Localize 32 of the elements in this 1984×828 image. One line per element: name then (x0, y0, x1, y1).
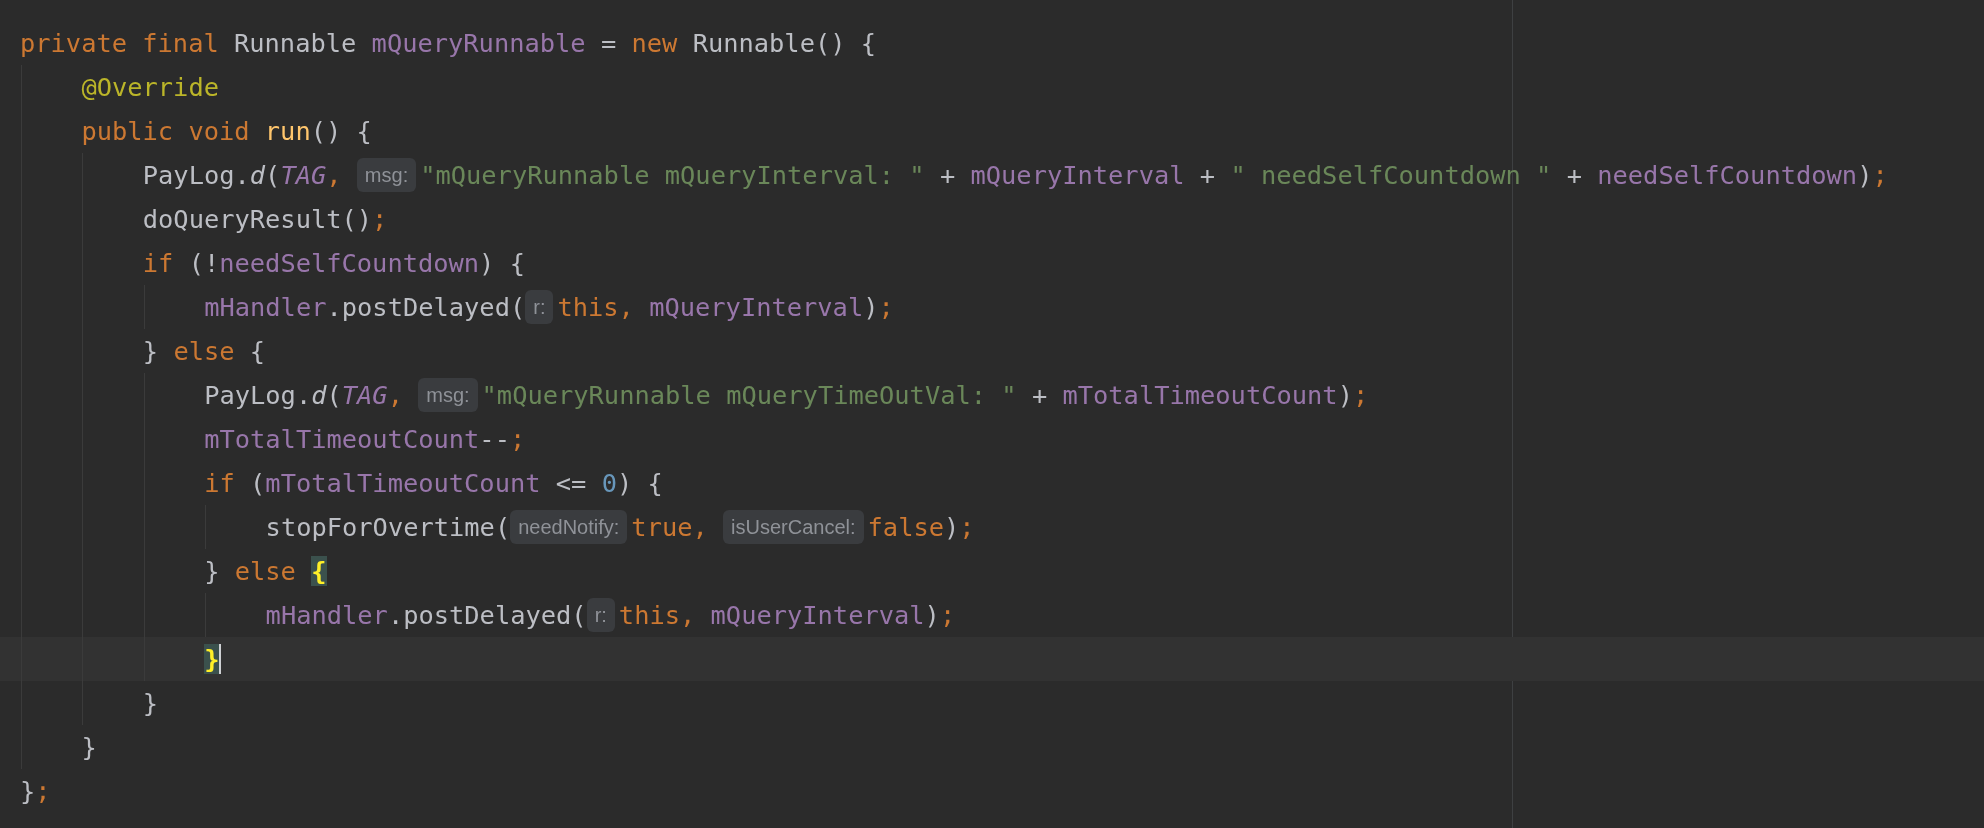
code-text: mHandler.postDelayed( (265, 599, 587, 632)
code-text: if (mTotalTimeoutCount <= 0) { (204, 467, 663, 500)
code-text: } else { (142, 335, 266, 368)
code-text: this, mQueryInterval); (557, 291, 894, 324)
code-text: @Override (81, 71, 219, 104)
code-text: stopForOvertime( (265, 511, 511, 544)
parameter-hint: needNotify: (510, 510, 628, 544)
code-text: "mQueryRunnable mQueryTimeOutVal: " + mTotalTimeoutCount); (481, 379, 1369, 412)
code-text: PayLog.d(TAG, (142, 159, 343, 192)
code-text: } (204, 643, 220, 676)
code-text: } (142, 687, 159, 720)
code-text: mHandler.postDelayed( (204, 291, 526, 324)
parameter-hint: isUserCancel: (723, 510, 864, 544)
parameter-hint: r: (525, 290, 554, 324)
code-text: PayLog.d(TAG, (204, 379, 404, 412)
code-text: doQueryResult(); (142, 203, 388, 236)
code-text: "mQueryRunnable mQueryInterval: " + mQueryInterval + " needSelfCountdown " + needSelfCountdown); (420, 159, 1888, 192)
code-text: public void run() { (81, 115, 372, 148)
code-editor[interactable] (0, 0, 1984, 828)
code-text: false); (867, 511, 975, 544)
code-text: } else { (204, 555, 327, 588)
parameter-hint: msg: (418, 378, 478, 412)
code-text: true, (631, 511, 709, 544)
text-cursor (219, 644, 222, 674)
parameter-hint: msg: (356, 158, 417, 192)
code-text: }; (20, 775, 51, 808)
code-text: if (!needSelfCountdown) { (142, 247, 525, 280)
code-text: private final Runnable mQueryRunnable = new Runnable() { (20, 27, 877, 60)
code-text: this, mQueryInterval); (618, 599, 956, 632)
parameter-hint: r: (586, 598, 615, 632)
code-text: mTotalTimeoutCount--; (204, 423, 526, 456)
code-text: } (81, 731, 97, 764)
